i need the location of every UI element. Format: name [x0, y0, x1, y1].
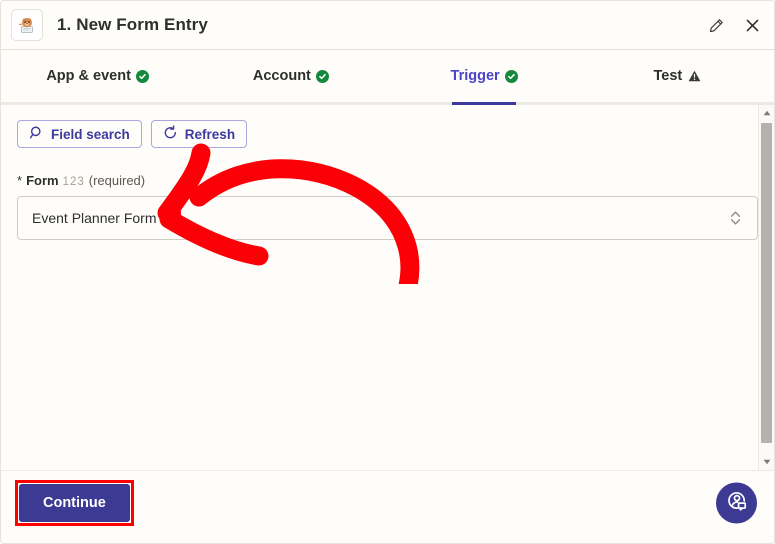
scroll-up-arrow-icon[interactable] [759, 105, 775, 121]
check-circle-icon [504, 69, 518, 83]
step-tabs: App & event Account Trigger Test [1, 50, 774, 105]
warning-triangle-icon [687, 70, 701, 83]
chevron-up-down-icon [729, 208, 741, 228]
continue-button-wrapper: Continue [15, 480, 134, 526]
refresh-label: Refresh [184, 126, 236, 142]
trigger-config-body: Field search Refresh * Form 123 (require… [1, 120, 774, 240]
wpforms-mascot-icon [11, 9, 43, 41]
form-select-value: Event Planner Form [32, 210, 157, 226]
refresh-button[interactable]: Refresh [150, 120, 248, 148]
scroll-down-arrow-icon[interactable] [759, 454, 775, 470]
refresh-icon [163, 125, 178, 143]
help-support-button[interactable] [716, 482, 757, 524]
continue-button[interactable]: Continue [19, 484, 130, 522]
trigger-config-panel: Field search Refresh * Form 123 (require… [1, 105, 774, 470]
tab-label: Trigger [450, 68, 500, 84]
field-type-hint: 123 [62, 176, 85, 188]
tab-test[interactable]: Test [581, 50, 774, 102]
modal-footer: Continue [1, 470, 774, 535]
tab-trigger[interactable]: Trigger [388, 50, 581, 105]
form-select[interactable]: Event Planner Form [17, 196, 758, 240]
check-circle-icon [135, 69, 149, 83]
support-agent-icon [725, 489, 749, 518]
field-search-button[interactable]: Field search [17, 120, 142, 148]
tab-label: App & event [46, 68, 131, 84]
scrollbar-track[interactable] [759, 121, 774, 454]
required-asterisk: * [17, 173, 23, 188]
form-field-name: Form [26, 173, 59, 188]
check-circle-icon [315, 69, 329, 83]
page-title: 1. New Form Entry [57, 15, 208, 34]
tab-app-and-event[interactable]: App & event [1, 50, 194, 102]
form-field-group: * Form 123 (required) Event Planner Form [17, 173, 758, 240]
field-search-label: Field search [51, 126, 130, 142]
tab-label: Test [653, 68, 683, 84]
header-actions [706, 15, 762, 35]
pencil-icon[interactable] [706, 15, 726, 35]
field-toolbar: Field search Refresh [17, 120, 758, 148]
scrollbar-thumb[interactable] [761, 123, 772, 443]
zapier-trigger-step-modal: 1. New Form Entry App & event Account Tr… [0, 0, 775, 544]
tab-account[interactable]: Account [194, 50, 387, 102]
modal-header: 1. New Form Entry [1, 1, 774, 50]
required-text: (required) [88, 173, 146, 188]
tab-label: Account [252, 68, 311, 84]
search-icon [29, 125, 44, 143]
close-icon[interactable] [742, 15, 762, 35]
content-scrollbar[interactable] [758, 105, 774, 470]
form-field-label: * Form 123 (required) [17, 173, 758, 188]
